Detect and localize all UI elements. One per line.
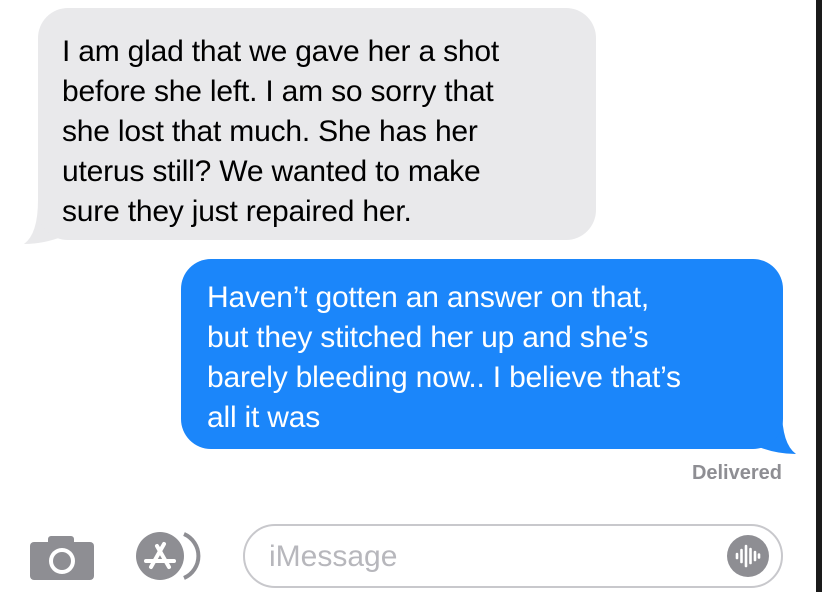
voice-waveform-icon [735,544,761,568]
messages-screen: I am glad that we gave her a shot before… [0,0,822,592]
app-store-icon [136,532,201,580]
camera-icon [30,536,94,580]
camera-button[interactable] [30,534,94,580]
message-input-placeholder: iMessage [269,540,398,573]
incoming-message-bubble[interactable]: I am glad that we gave her a shot before… [38,8,596,240]
outgoing-message-bubble[interactable]: Haven’t gotten an answer on that, but th… [181,259,783,449]
screen-edge [816,0,822,592]
voice-message-button[interactable] [727,535,769,577]
apps-button[interactable] [134,530,214,582]
delivery-status: Delivered [691,462,782,484]
message-input[interactable]: iMessage [243,524,783,588]
